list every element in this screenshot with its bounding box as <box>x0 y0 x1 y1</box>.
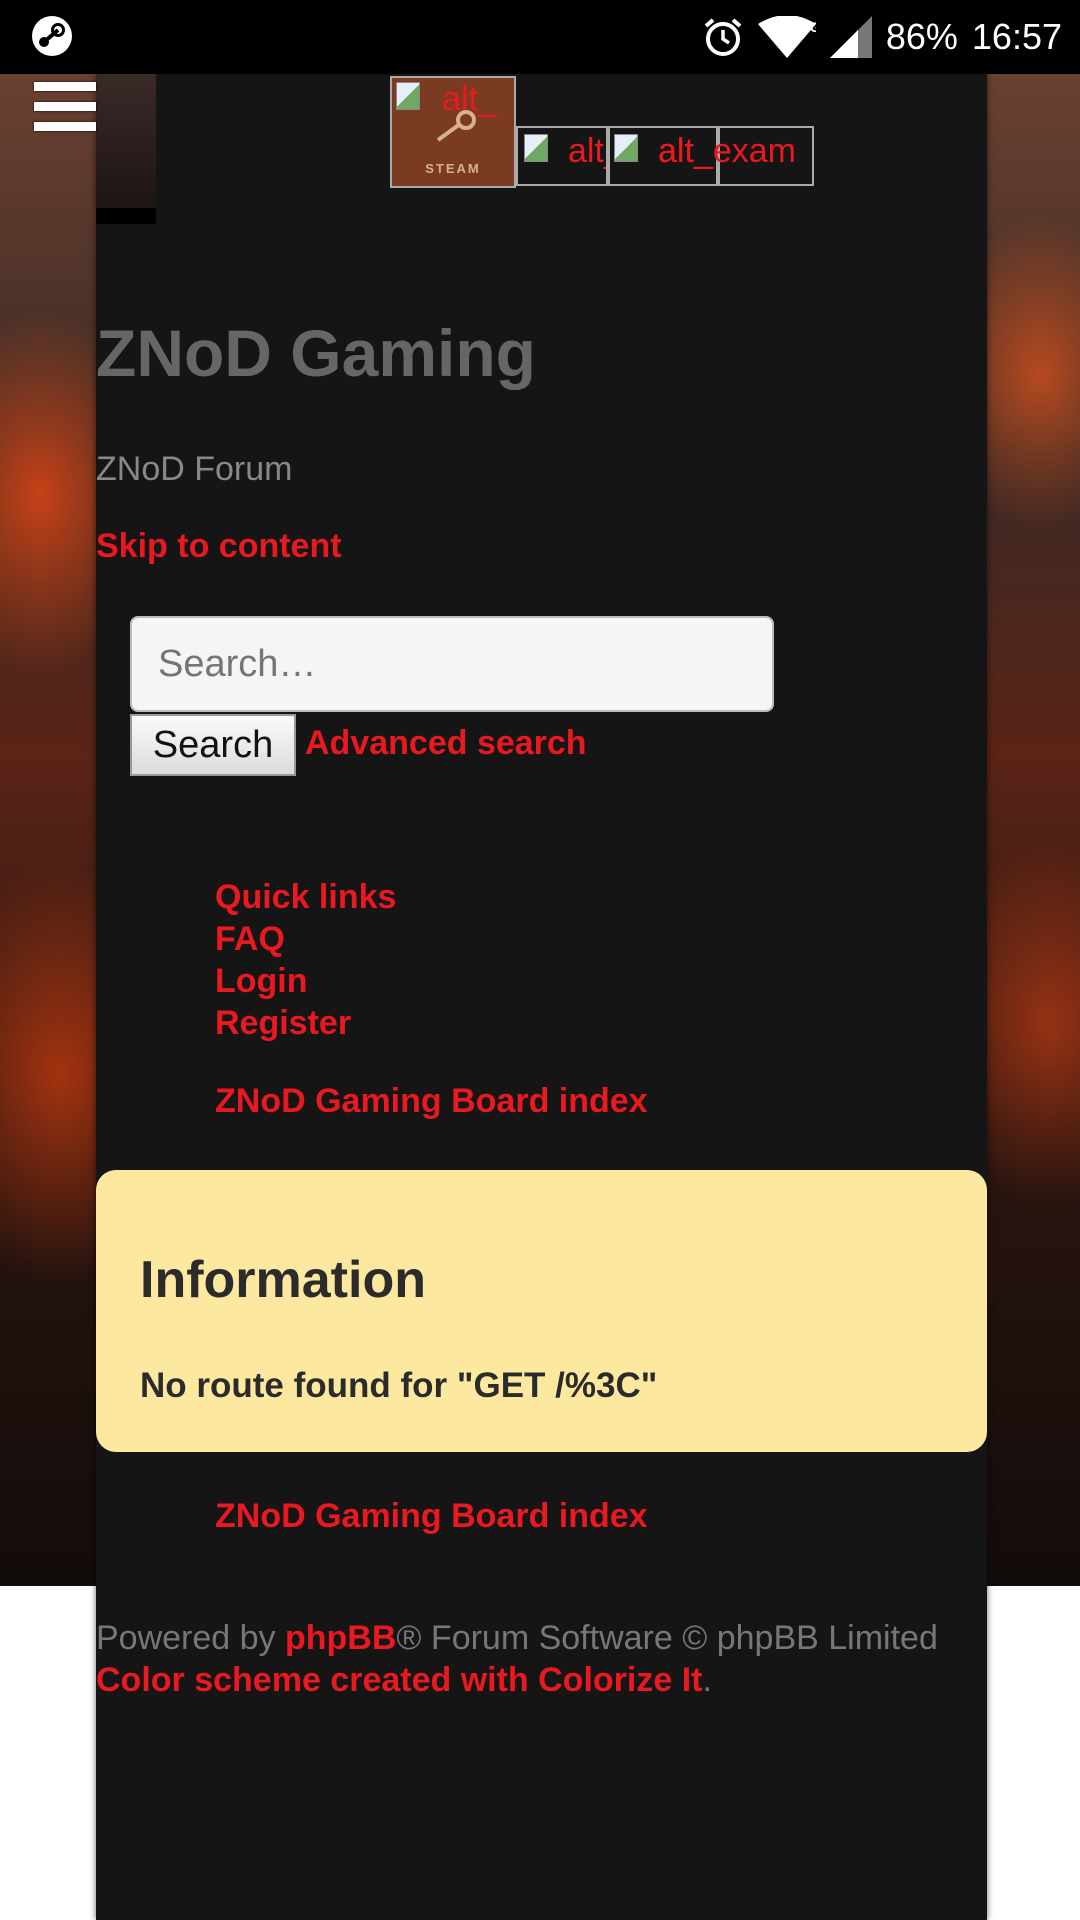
login-link[interactable]: Login <box>215 962 308 1001</box>
board-index-link[interactable]: ZNoD Gaming Board index <box>215 1082 648 1121</box>
wifi-icon: 3G <box>757 16 816 58</box>
broken-image-icon <box>614 134 638 162</box>
status-bar: 3G 86% 16:57 <box>0 0 1080 74</box>
information-panel: Information No route found for "GET /%3C… <box>96 1170 987 1452</box>
footer-colorize-line: Color scheme created with Colorize It. <box>96 1659 938 1701</box>
network-type-label: 3G <box>802 19 816 35</box>
steam-logo-icon <box>436 110 476 142</box>
signal-icon <box>829 16 872 58</box>
social-link-1[interactable]: alt_ <box>516 126 610 186</box>
clock: 16:57 <box>971 16 1062 57</box>
information-title: Information <box>140 1251 426 1309</box>
footer: Powered by phpBB® Forum Software © phpBB… <box>96 1617 938 1701</box>
register-link[interactable]: Register <box>215 1004 351 1043</box>
alt-text-3: alt_exam <box>658 132 796 170</box>
steam-link[interactable]: alt_ STEAM <box>390 76 516 188</box>
broken-image-icon <box>396 82 420 110</box>
site-description: ZNoD Forum <box>96 450 293 488</box>
broken-image-icon <box>524 134 548 162</box>
steam-icon <box>32 16 72 56</box>
powered-by-text: Powered by <box>96 1619 285 1657</box>
site-title[interactable]: ZNoD Gaming <box>96 315 536 391</box>
information-message: No route found for "GET /%3C" <box>140 1366 658 1405</box>
powered-suffix-text: ® Forum Software © phpBB Limited <box>396 1619 938 1657</box>
search-button[interactable]: Search <box>130 714 296 776</box>
footer-powered-line: Powered by phpBB® Forum Software © phpBB… <box>96 1617 938 1659</box>
social-link-3[interactable]: alt_exam <box>658 126 814 186</box>
alarm-icon <box>704 18 742 56</box>
alt-text-1: alt_ <box>568 132 608 170</box>
phpbb-link[interactable]: phpBB <box>285 1619 396 1657</box>
skip-to-content-link[interactable]: Skip to content <box>96 527 342 566</box>
header-tab <box>96 74 156 224</box>
steam-label: STEAM <box>425 161 481 176</box>
hamburger-menu-icon[interactable] <box>34 82 96 140</box>
colorize-it-link[interactable]: Color scheme created with Colorize It <box>96 1661 702 1699</box>
quick-links-link[interactable]: Quick links <box>215 878 396 917</box>
advanced-search-link[interactable]: Advanced search <box>305 724 587 763</box>
board-index-link-bottom[interactable]: ZNoD Gaming Board index <box>215 1497 648 1536</box>
battery-level: 86% <box>885 16 958 57</box>
search-input[interactable] <box>130 616 774 712</box>
faq-link[interactable]: FAQ <box>215 920 285 959</box>
colorize-suffix-text: . <box>702 1661 712 1699</box>
